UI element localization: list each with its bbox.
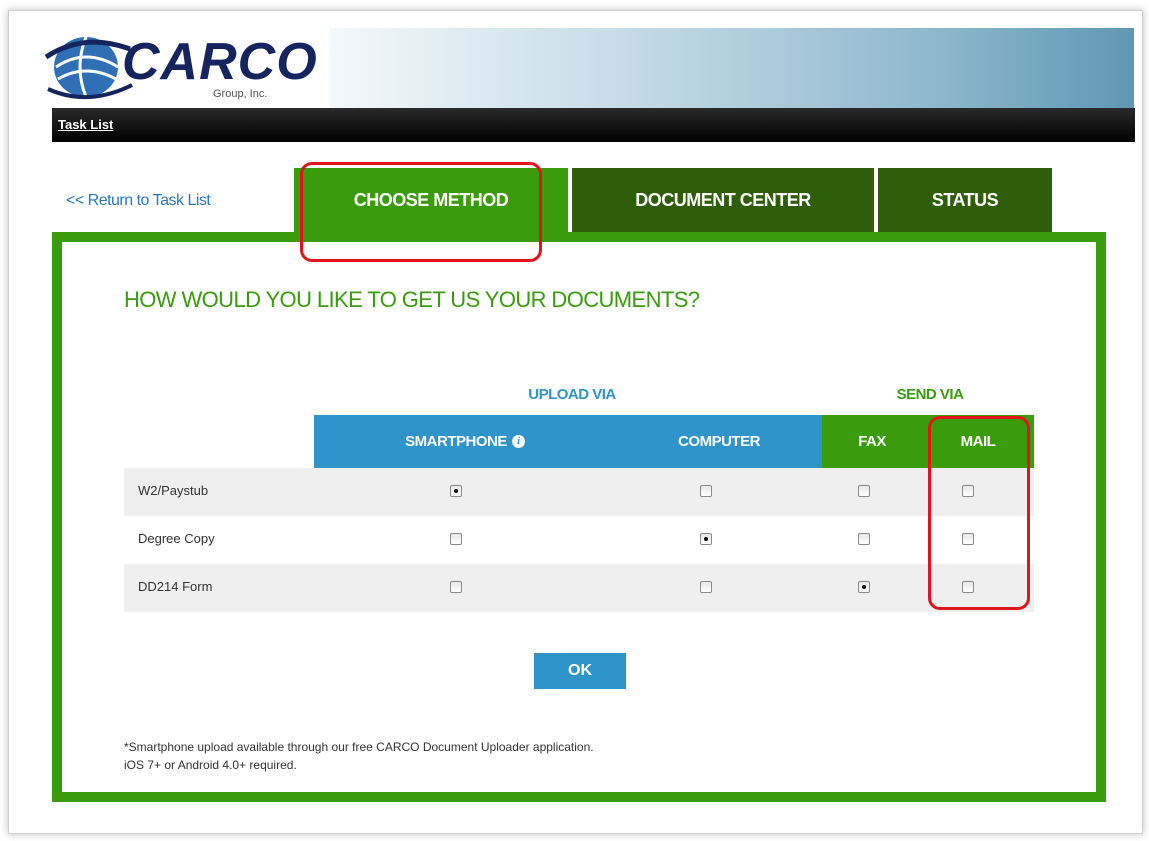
document-label: W2/Paystub	[138, 483, 209, 498]
fax-radio[interactable]	[858, 533, 870, 545]
upload-via-heading: UPLOAD VIA	[528, 386, 616, 403]
smartphone-radio[interactable]	[450, 485, 462, 497]
computer-radio[interactable]	[700, 581, 712, 593]
column-label-smartphone: SMARTPHONE	[405, 433, 507, 450]
document-label: Degree Copy	[138, 531, 215, 546]
column-header-computer: COMPUTER	[616, 415, 822, 468]
table-row: Degree Copy	[124, 516, 1034, 564]
tab-status[interactable]: STATUS	[878, 168, 1052, 232]
table-row: DD214 Form	[124, 564, 1034, 612]
computer-radio[interactable]	[700, 485, 712, 497]
brand-name: CARCO	[122, 33, 318, 91]
globe-logo-icon	[44, 36, 133, 99]
document-label: DD214 Form	[138, 579, 213, 594]
info-icon[interactable]: i	[511, 435, 525, 448]
page-title: HOW WOULD YOU LIKE TO GET US YOUR DOCUME…	[124, 287, 700, 312]
mail-column-highlight-annotation	[928, 416, 1030, 610]
column-header-smartphone: SMARTPHONE i	[314, 415, 616, 468]
send-via-heading: SEND VIA	[896, 386, 964, 403]
footnote-line: *Smartphone upload available through our…	[124, 740, 594, 754]
header-banner	[330, 28, 1134, 108]
column-header-fax: FAX	[822, 415, 922, 468]
return-to-task-list-link[interactable]: << Return to Task List	[66, 192, 211, 210]
tab-highlight-annotation	[300, 162, 542, 262]
smartphone-radio[interactable]	[450, 581, 462, 593]
brand-subtitle: Group, Inc.	[213, 88, 268, 100]
top-navbar: Task List	[52, 108, 1135, 142]
fax-radio[interactable]	[858, 485, 870, 497]
footnote: *Smartphone upload available through our…	[124, 738, 594, 774]
ok-button[interactable]: OK	[534, 653, 626, 689]
tab-divider	[568, 168, 572, 232]
table-row: W2/Paystub	[124, 468, 1034, 516]
fax-radio[interactable]	[858, 581, 870, 593]
computer-radio[interactable]	[700, 533, 712, 545]
task-list-link[interactable]: Task List	[58, 117, 113, 132]
footnote-line: iOS 7+ or Android 4.0+ required.	[124, 758, 297, 772]
tab-divider	[874, 168, 878, 232]
smartphone-radio[interactable]	[450, 533, 462, 545]
tab-document-center[interactable]: DOCUMENT CENTER	[572, 168, 874, 232]
